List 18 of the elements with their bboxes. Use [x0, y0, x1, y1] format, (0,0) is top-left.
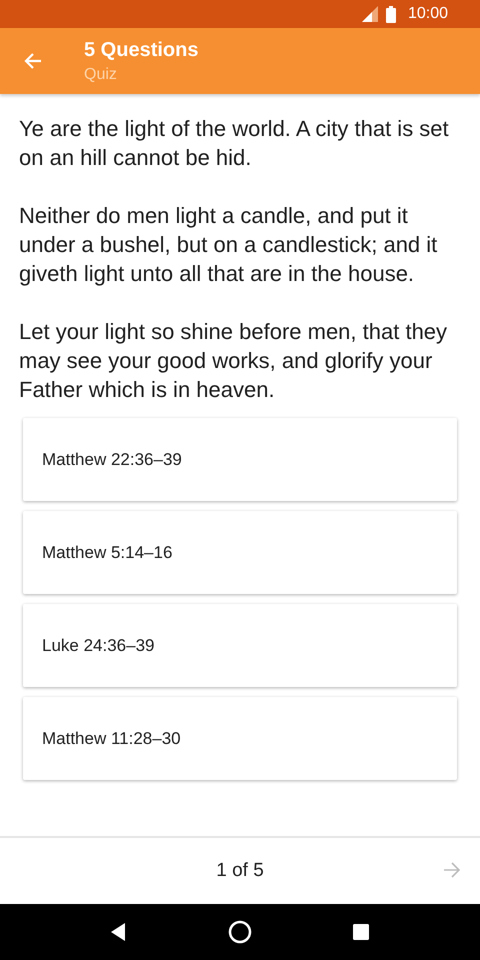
answer-option[interactable]: Matthew 5:14–16 — [23, 511, 457, 594]
home-nav-icon[interactable] — [228, 920, 252, 944]
progress-text: 1 of 5 — [216, 860, 264, 882]
answer-option[interactable]: Matthew 22:36–39 — [23, 418, 457, 501]
battery-icon — [386, 6, 396, 22]
recents-nav-icon[interactable] — [353, 924, 370, 940]
passage-paragraph: Neither do men light a candle, and put it under a bushel, but on a candlestick; and it giveth light unto all that are in the house. — [19, 202, 438, 288]
answer-option[interactable]: Luke 24:36–39 — [23, 604, 457, 687]
app-title: 5 Questions — [84, 38, 198, 62]
passage-paragraph: Ye are the light of the world. A city that is set on an hill cannot be hid. — [19, 115, 450, 172]
back-arrow-icon — [23, 51, 43, 71]
forward-arrow-icon — [442, 860, 462, 880]
answer-option[interactable]: Matthew 11:28–30 — [23, 697, 457, 780]
status-time: 10:00 — [408, 5, 448, 23]
signal-icon — [362, 6, 378, 22]
app-subtitle: Quiz — [84, 66, 118, 84]
back-nav-icon[interactable] — [110, 923, 127, 941]
passage-paragraph: Let your light so shine before men, that they may see your good works, and glorify your Father which is in heaven. — [19, 318, 448, 404]
